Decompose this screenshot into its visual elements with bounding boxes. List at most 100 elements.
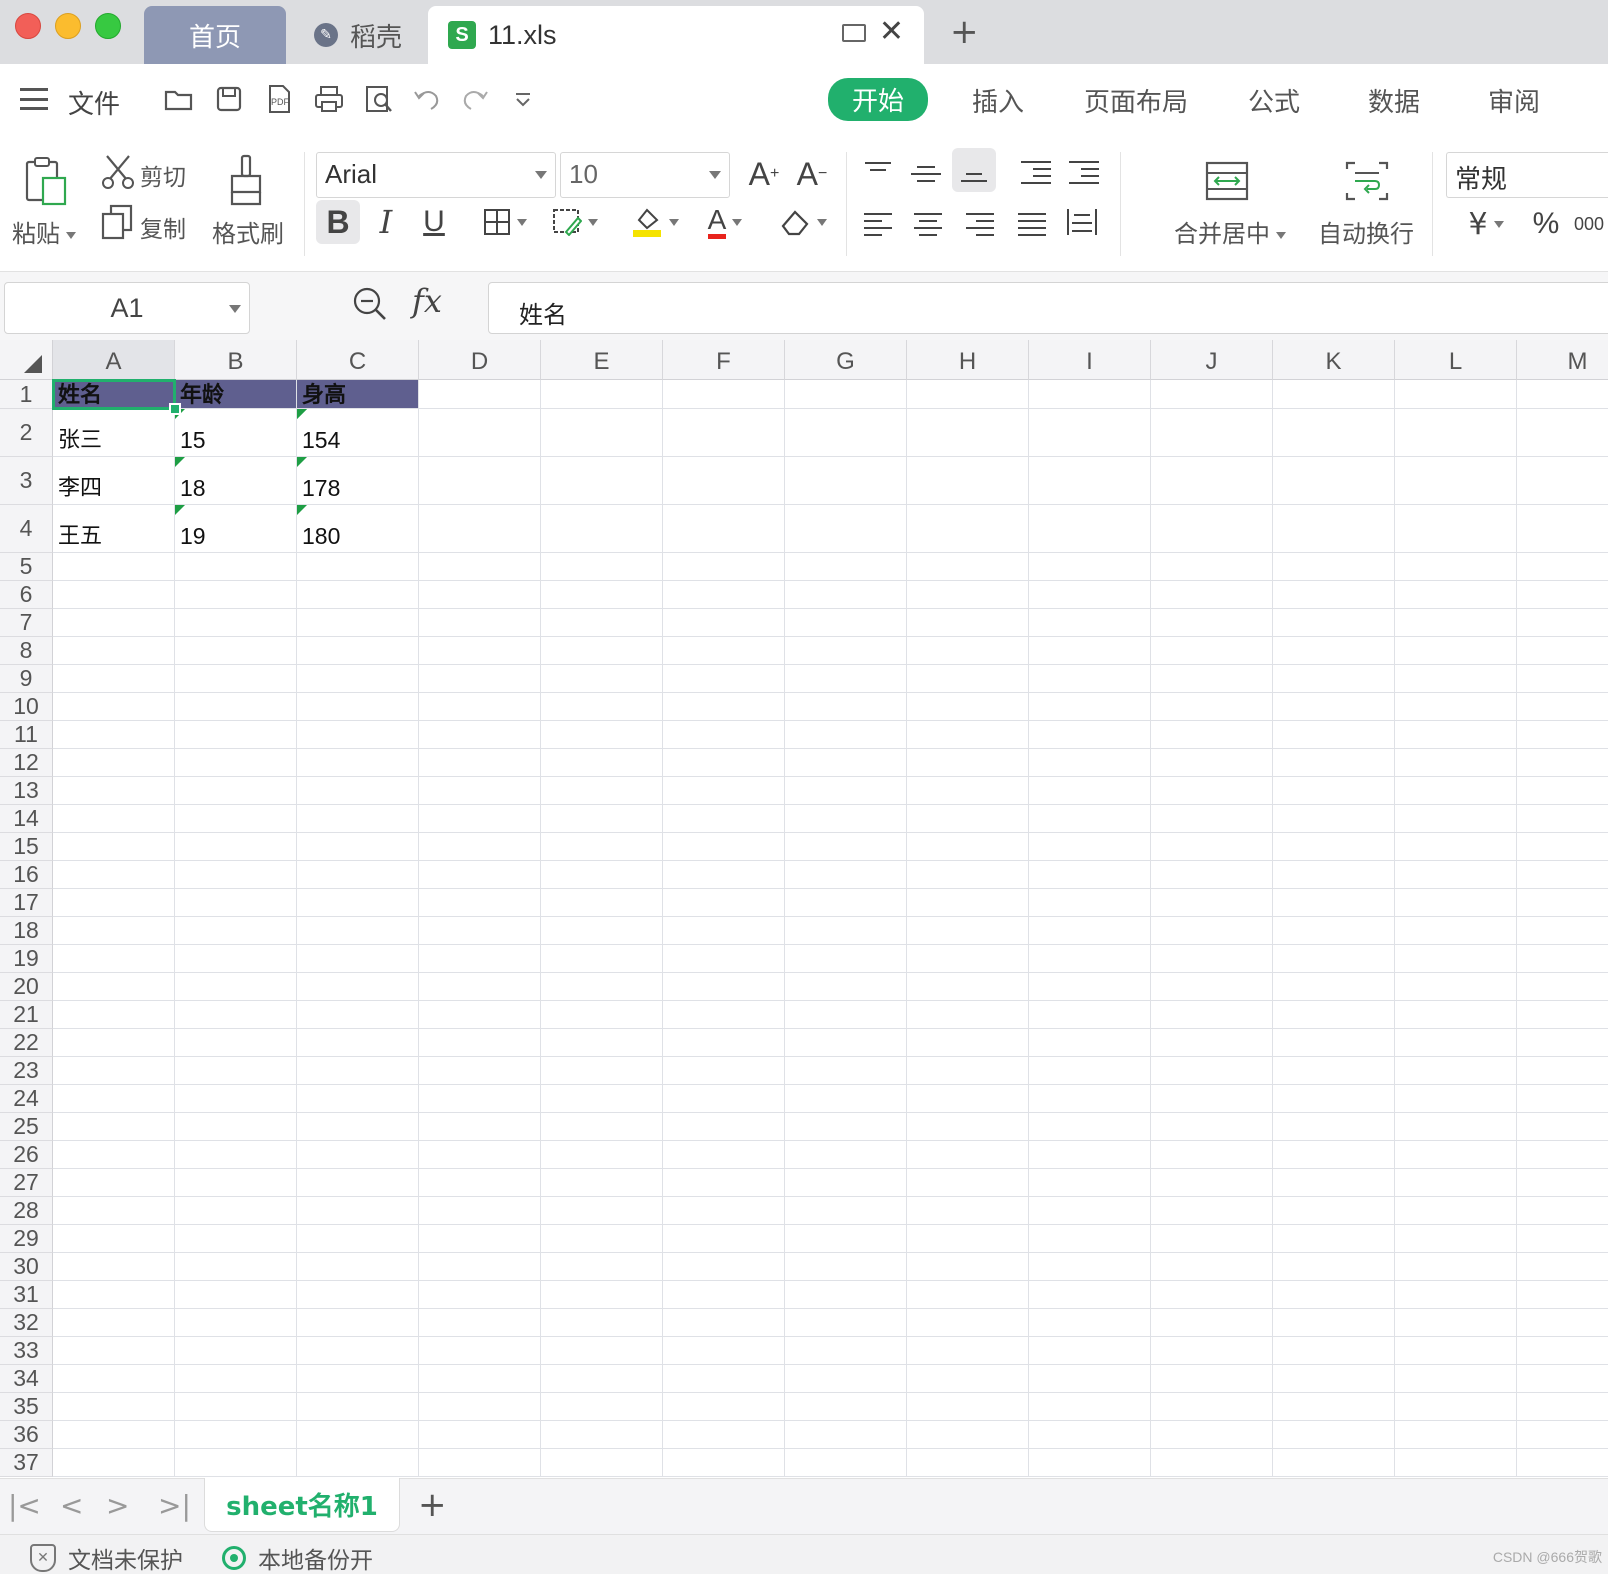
cell-m10[interactable] bbox=[1517, 693, 1608, 721]
cell-g11[interactable] bbox=[785, 721, 907, 749]
cell-l34[interactable] bbox=[1395, 1365, 1517, 1393]
cell-e35[interactable] bbox=[541, 1393, 663, 1421]
fill-color-icon[interactable] bbox=[626, 200, 684, 244]
cell-l10[interactable] bbox=[1395, 693, 1517, 721]
customize-toolbar-icon[interactable] bbox=[508, 84, 538, 114]
cell-i31[interactable] bbox=[1029, 1281, 1151, 1309]
cell-c37[interactable] bbox=[297, 1449, 419, 1477]
cell-i11[interactable] bbox=[1029, 721, 1151, 749]
cell-c4[interactable]: 180 bbox=[297, 505, 419, 553]
save-icon[interactable] bbox=[214, 84, 244, 114]
cell-k12[interactable] bbox=[1273, 749, 1395, 777]
cell-m8[interactable] bbox=[1517, 637, 1608, 665]
cell-d11[interactable] bbox=[419, 721, 541, 749]
cell-k35[interactable] bbox=[1273, 1393, 1395, 1421]
cell-c10[interactable] bbox=[297, 693, 419, 721]
cell-j7[interactable] bbox=[1151, 609, 1273, 637]
cell-e4[interactable] bbox=[541, 505, 663, 553]
cell-m36[interactable] bbox=[1517, 1421, 1608, 1449]
cell-j1[interactable] bbox=[1151, 380, 1273, 409]
cell-j27[interactable] bbox=[1151, 1169, 1273, 1197]
cell-a28[interactable] bbox=[53, 1197, 175, 1225]
paste-button[interactable]: 粘贴 bbox=[12, 214, 76, 249]
cell-f29[interactable] bbox=[663, 1225, 785, 1253]
cell-l11[interactable] bbox=[1395, 721, 1517, 749]
cell-f35[interactable] bbox=[663, 1393, 785, 1421]
cell-b24[interactable] bbox=[175, 1085, 297, 1113]
cell-h8[interactable] bbox=[907, 637, 1029, 665]
cell-b23[interactable] bbox=[175, 1057, 297, 1085]
cell-m11[interactable] bbox=[1517, 721, 1608, 749]
cell-i37[interactable] bbox=[1029, 1449, 1151, 1477]
sheet-tab[interactable]: sheet名称1 bbox=[204, 1478, 400, 1532]
tab-insert[interactable]: 插入 bbox=[972, 82, 1024, 119]
cell-f30[interactable] bbox=[663, 1253, 785, 1281]
minimize-window-button[interactable] bbox=[55, 13, 81, 39]
cell-c24[interactable] bbox=[297, 1085, 419, 1113]
cell-h30[interactable] bbox=[907, 1253, 1029, 1281]
cell-f13[interactable] bbox=[663, 777, 785, 805]
cell-d19[interactable] bbox=[419, 945, 541, 973]
cell-h27[interactable] bbox=[907, 1169, 1029, 1197]
cell-c1[interactable]: 身高 bbox=[297, 380, 419, 409]
cell-m24[interactable] bbox=[1517, 1085, 1608, 1113]
cell-f17[interactable] bbox=[663, 889, 785, 917]
cell-j2[interactable] bbox=[1151, 409, 1273, 457]
row-header-2[interactable]: 2 bbox=[0, 409, 53, 457]
cell-l18[interactable] bbox=[1395, 917, 1517, 945]
cell-m23[interactable] bbox=[1517, 1057, 1608, 1085]
cell-c13[interactable] bbox=[297, 777, 419, 805]
row-header-15[interactable]: 15 bbox=[0, 833, 53, 861]
cell-i2[interactable] bbox=[1029, 409, 1151, 457]
cell-g6[interactable] bbox=[785, 581, 907, 609]
cell-m1[interactable] bbox=[1517, 380, 1608, 409]
open-folder-icon[interactable] bbox=[164, 84, 194, 114]
row-header-1[interactable]: 1 bbox=[0, 380, 53, 409]
column-header-e[interactable]: E bbox=[541, 340, 663, 380]
justify-icon[interactable] bbox=[1010, 202, 1054, 246]
cell-l35[interactable] bbox=[1395, 1393, 1517, 1421]
cell-b27[interactable] bbox=[175, 1169, 297, 1197]
cell-i36[interactable] bbox=[1029, 1421, 1151, 1449]
row-header-27[interactable]: 27 bbox=[0, 1169, 53, 1197]
cell-c33[interactable] bbox=[297, 1337, 419, 1365]
cell-d37[interactable] bbox=[419, 1449, 541, 1477]
increase-font-size-icon[interactable]: A + bbox=[742, 152, 786, 196]
cell-f21[interactable] bbox=[663, 1001, 785, 1029]
cell-h29[interactable] bbox=[907, 1225, 1029, 1253]
cell-m22[interactable] bbox=[1517, 1029, 1608, 1057]
cell-j20[interactable] bbox=[1151, 973, 1273, 1001]
merge-center-icon[interactable] bbox=[1204, 160, 1250, 202]
cell-d7[interactable] bbox=[419, 609, 541, 637]
row-header-18[interactable]: 18 bbox=[0, 917, 53, 945]
cell-c7[interactable] bbox=[297, 609, 419, 637]
bold-icon[interactable]: B bbox=[316, 200, 360, 244]
cell-d21[interactable] bbox=[419, 1001, 541, 1029]
copy-button[interactable]: 复制 bbox=[140, 210, 186, 244]
cell-l7[interactable] bbox=[1395, 609, 1517, 637]
row-header-28[interactable]: 28 bbox=[0, 1197, 53, 1225]
cell-a22[interactable] bbox=[53, 1029, 175, 1057]
cell-b20[interactable] bbox=[175, 973, 297, 1001]
column-header-m[interactable]: M bbox=[1517, 340, 1608, 380]
cell-l15[interactable] bbox=[1395, 833, 1517, 861]
cell-a3[interactable]: 李四 bbox=[53, 457, 175, 505]
cell-h21[interactable] bbox=[907, 1001, 1029, 1029]
cell-c27[interactable] bbox=[297, 1169, 419, 1197]
cell-d5[interactable] bbox=[419, 553, 541, 581]
cell-i1[interactable] bbox=[1029, 380, 1151, 409]
cell-e11[interactable] bbox=[541, 721, 663, 749]
cell-e9[interactable] bbox=[541, 665, 663, 693]
cell-k22[interactable] bbox=[1273, 1029, 1395, 1057]
cell-k29[interactable] bbox=[1273, 1225, 1395, 1253]
cell-j8[interactable] bbox=[1151, 637, 1273, 665]
tab-daoke[interactable]: ✎ 稻壳 bbox=[290, 6, 426, 64]
cell-m3[interactable] bbox=[1517, 457, 1608, 505]
cell-f15[interactable] bbox=[663, 833, 785, 861]
cell-h13[interactable] bbox=[907, 777, 1029, 805]
cell-k15[interactable] bbox=[1273, 833, 1395, 861]
cell-k21[interactable] bbox=[1273, 1001, 1395, 1029]
cell-a10[interactable] bbox=[53, 693, 175, 721]
row-header-36[interactable]: 36 bbox=[0, 1421, 53, 1449]
cell-j9[interactable] bbox=[1151, 665, 1273, 693]
